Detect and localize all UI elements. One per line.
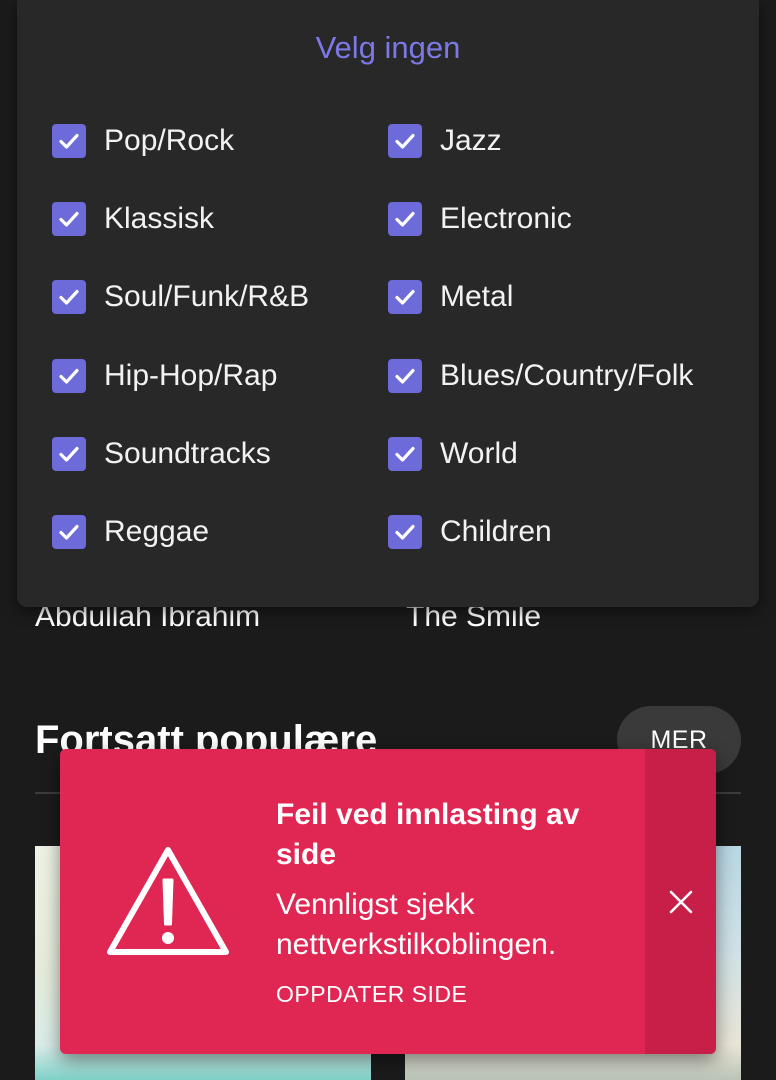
error-toast: Feil ved innlasting av side Vennligst sj… xyxy=(60,749,716,1054)
genre-label: Klassisk xyxy=(104,202,215,235)
genre-label: Reggae xyxy=(104,515,210,548)
genre-option[interactable]: Soul/Funk/R&B xyxy=(52,277,359,317)
genre-option[interactable]: Hip-Hop/Rap xyxy=(52,356,359,396)
genre-checkbox[interactable] xyxy=(52,124,86,158)
genre-checkbox[interactable] xyxy=(52,437,86,471)
checkmark-icon xyxy=(59,368,79,384)
checkmark-icon xyxy=(59,289,79,305)
select-none-button[interactable]: Velg ingen xyxy=(17,30,759,66)
toast-close-button[interactable] xyxy=(645,749,716,1054)
overflow-fade xyxy=(717,355,759,403)
checkmark-icon xyxy=(395,211,415,227)
genre-option[interactable]: Electronic xyxy=(388,199,726,239)
genre-checkbox[interactable] xyxy=(388,280,422,314)
genre-checkbox[interactable] xyxy=(52,202,86,236)
reload-page-button[interactable]: OPPDATER SIDE xyxy=(276,981,467,1008)
genre-checkbox[interactable] xyxy=(388,202,422,236)
genre-checkbox[interactable] xyxy=(52,359,86,393)
toast-message: Vennligst sjekk nettverkstilkoblingen. xyxy=(276,888,557,961)
genre-label: Soundtracks xyxy=(104,437,271,470)
genre-label: Blues/Country/Folk xyxy=(440,359,694,392)
genre-checkbox[interactable] xyxy=(388,437,422,471)
warning-icon xyxy=(107,847,229,955)
genre-option[interactable]: Blues/Country/Folk xyxy=(388,356,726,396)
genre-label: Metal xyxy=(440,280,514,313)
genre-label: World xyxy=(440,437,518,470)
genre-option[interactable]: World xyxy=(388,434,726,474)
app-screen: Abdullah Ibrahim The Smile Fortsatt popu… xyxy=(0,0,776,1080)
checkmark-icon xyxy=(59,524,79,540)
genre-option[interactable]: Klassisk xyxy=(52,199,359,239)
genre-option[interactable]: Children xyxy=(388,512,726,552)
close-icon xyxy=(669,890,692,913)
toast-title: Feil ved innlasting av side xyxy=(276,798,580,871)
checkmark-icon xyxy=(395,446,415,462)
genre-option[interactable]: Pop/Rock xyxy=(52,121,359,161)
checkmark-icon xyxy=(395,368,415,384)
genre-checkbox[interactable] xyxy=(388,124,422,158)
checkmark-icon xyxy=(59,446,79,462)
genre-label: Jazz xyxy=(440,124,502,157)
checkmark-icon xyxy=(395,289,415,305)
genre-label: Soul/Funk/R&B xyxy=(104,280,310,313)
genre-filter-panel: Velg ingen Pop/Rock Jazz Klassisk Electroni… xyxy=(17,0,759,607)
genre-option[interactable]: Metal xyxy=(388,277,726,317)
checkmark-icon xyxy=(59,211,79,227)
genre-checkbox[interactable] xyxy=(52,515,86,549)
genre-option[interactable]: Reggae xyxy=(52,512,359,552)
genre-checkbox[interactable] xyxy=(388,515,422,549)
genre-checkbox[interactable] xyxy=(388,359,422,393)
checkmark-icon xyxy=(59,133,79,149)
genre-option[interactable]: Jazz xyxy=(388,121,726,161)
genre-label: Pop/Rock xyxy=(104,124,235,157)
genre-label: Hip-Hop/Rap xyxy=(104,359,278,392)
genre-checkbox[interactable] xyxy=(52,280,86,314)
checkmark-icon xyxy=(395,133,415,149)
genre-label: Electronic xyxy=(440,202,572,235)
genre-option[interactable]: Soundtracks xyxy=(52,434,359,474)
checkmark-icon xyxy=(395,524,415,540)
genre-label: Children xyxy=(440,515,552,548)
